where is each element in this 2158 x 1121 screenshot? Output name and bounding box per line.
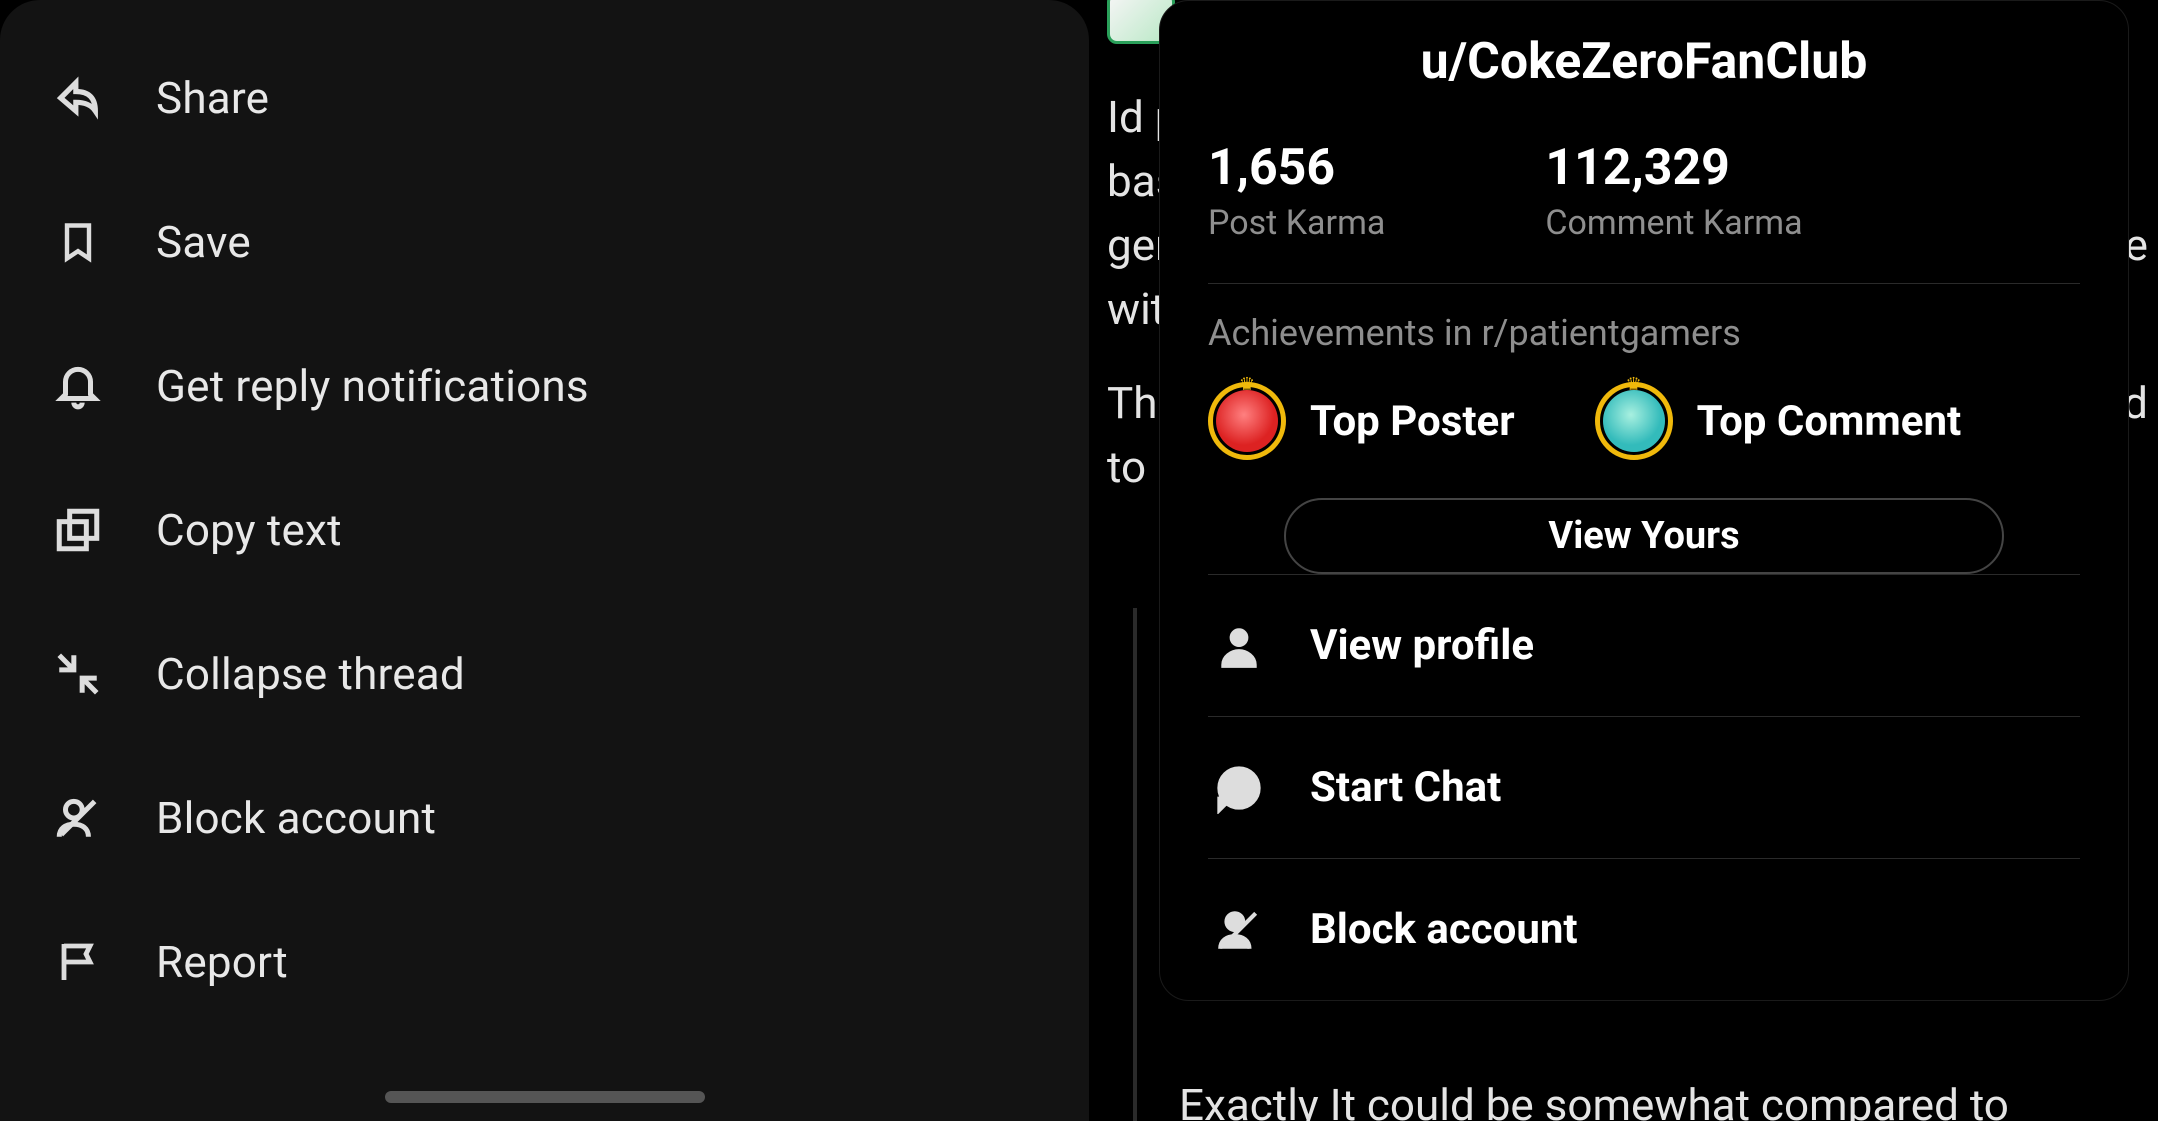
notify-label: Get reply notifications [156, 360, 589, 412]
block-account-label: Block account [1310, 905, 1578, 954]
block-label: Block account [156, 792, 436, 844]
collapse-item[interactable]: Collapse thread [0, 602, 1089, 746]
notify-item[interactable]: Get reply notifications [0, 314, 1089, 458]
view-yours-label: View Yours [1548, 514, 1739, 558]
block-account-row[interactable]: Block account [1208, 858, 2080, 1000]
view-yours-button[interactable]: View Yours [1284, 498, 2004, 574]
start-chat-label: Start Chat [1310, 763, 1501, 812]
save-item[interactable]: Save [0, 170, 1089, 314]
achievement-top-poster[interactable]: ♛ Top Poster [1208, 382, 1515, 460]
save-label: Save [156, 216, 251, 268]
bookmark-icon [48, 216, 108, 268]
thread-bar [1133, 608, 1137, 1121]
top-poster-badge-icon: ♛ [1208, 382, 1286, 460]
divider [1208, 283, 2080, 284]
comment-karma-value: 112,329 [1545, 139, 1802, 197]
drag-handle[interactable] [385, 1091, 705, 1103]
chat-plus-icon [1208, 762, 1270, 814]
profile-popup: u/CokeZeroFanClub 1,656 Post Karma 112,3… [1159, 0, 2129, 1001]
report-label: Report [156, 936, 288, 988]
share-item[interactable]: Share [0, 26, 1089, 170]
post-karma-value: 1,656 [1208, 139, 1385, 197]
bg-text: wit [1107, 278, 1165, 342]
root: Share Save Get reply notifications Copy … [0, 0, 2158, 1121]
post-karma-block: 1,656 Post Karma [1208, 139, 1385, 243]
post-karma-label: Post Karma [1208, 203, 1385, 243]
start-chat-row[interactable]: Start Chat [1208, 716, 2080, 858]
achievement-top-commenter[interactable]: ♛ Top Comment [1595, 382, 1962, 460]
achievements-label: Achievements in r/patientgamers [1208, 312, 2080, 354]
context-menu-sheet: Share Save Get reply notifications Copy … [0, 0, 1089, 1121]
profile-username[interactable]: u/CokeZeroFanClub [1208, 33, 2080, 91]
comment-karma-block: 112,329 Comment Karma [1545, 139, 1802, 243]
copy-icon [48, 505, 108, 555]
block-user-icon [1208, 905, 1270, 955]
copy-label: Copy text [156, 504, 342, 556]
share-label: Share [156, 72, 269, 124]
right-panel: Id p bas ger wit me Tha to p ed E a l Ex… [1089, 0, 2158, 1121]
karma-row: 1,656 Post Karma 112,329 Comment Karma [1208, 139, 2080, 243]
view-profile-label: View profile [1310, 621, 1534, 670]
copy-item[interactable]: Copy text [0, 458, 1089, 602]
top-commenter-badge-icon: ♛ [1595, 382, 1673, 460]
bell-icon [48, 359, 108, 413]
achievement-name: Top Comment [1697, 397, 1962, 446]
achievements-row: ♛ Top Poster ♛ Top Comment [1208, 382, 2080, 460]
achievement-name: Top Poster [1310, 397, 1515, 446]
flag-icon [48, 936, 108, 988]
block-user-icon [48, 793, 108, 843]
bg-bottom-text: Exactly It could be somewhat compared to [1179, 1079, 2009, 1121]
block-item[interactable]: Block account [0, 746, 1089, 890]
collapse-label: Collapse thread [156, 648, 465, 700]
report-item[interactable]: Report [0, 890, 1089, 1034]
collapse-icon [48, 649, 108, 699]
comment-karma-label: Comment Karma [1545, 203, 1802, 243]
person-icon [1208, 621, 1270, 671]
left-panel: Share Save Get reply notifications Copy … [0, 0, 1089, 1121]
share-icon [48, 72, 108, 124]
view-profile-row[interactable]: View profile [1208, 574, 2080, 716]
